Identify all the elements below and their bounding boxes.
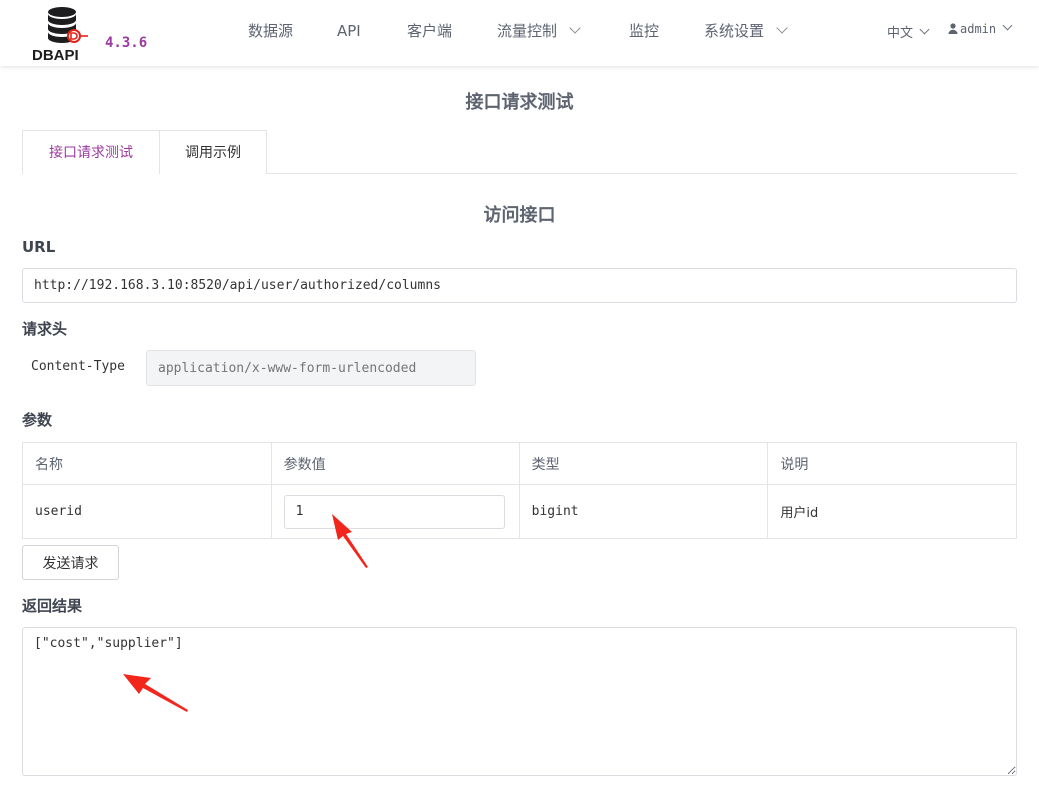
chevron-down-icon: [1002, 20, 1013, 31]
param-type: bigint: [518, 484, 769, 539]
tab-request-test[interactable]: 接口请求测试: [22, 130, 160, 174]
param-value-cell: [270, 484, 520, 539]
annotation-arrow-icon: [123, 674, 188, 712]
column-header-type: 类型: [518, 442, 769, 485]
table-row: userid bigint 用户id: [22, 484, 1017, 539]
nav-item-system-settings[interactable]: 系统设置: [704, 20, 788, 42]
user-icon: [948, 23, 958, 34]
nav-label: 系统设置: [704, 22, 765, 40]
header-key: Content-Type: [31, 359, 125, 374]
user-menu[interactable]: admin: [948, 20, 1013, 37]
page-title: 接口请求测试: [465, 92, 574, 113]
section-title: 访问接口: [483, 205, 556, 226]
nav-item-api[interactable]: API: [337, 20, 361, 42]
nav-label: API: [337, 22, 361, 40]
nav-item-datasource[interactable]: 数据源: [248, 20, 293, 42]
headers-label: 请求头: [22, 320, 68, 338]
url-input[interactable]: [22, 268, 1017, 303]
nav-label: 数据源: [248, 22, 294, 40]
param-desc: 用户id: [767, 484, 1017, 539]
chevron-down-icon: [919, 24, 930, 35]
param-value-input[interactable]: [283, 494, 505, 529]
params-label: 参数: [22, 411, 53, 429]
logo-text: DBAPI: [32, 47, 79, 62]
dbapi-logo[interactable]: DBAPI: [30, 4, 100, 62]
content-type-input[interactable]: [146, 350, 476, 386]
language-selector[interactable]: 中文: [887, 22, 930, 41]
language-label: 中文: [887, 26, 914, 41]
username-label: admin: [960, 22, 997, 36]
chevron-down-icon: [776, 22, 788, 34]
nav-label: 客户端: [407, 22, 453, 40]
column-header-value: 参数值: [270, 442, 520, 485]
nav-item-monitor[interactable]: 监控: [629, 20, 659, 42]
version-label: 4.3.6: [105, 35, 148, 51]
nav-item-client[interactable]: 客户端: [407, 20, 452, 42]
tab-bar: 接口请求测试 调用示例: [22, 130, 1017, 174]
column-header-name: 名称: [22, 442, 272, 485]
result-label: 返回结果: [22, 597, 83, 615]
params-table: 名称 参数值 类型 说明 userid bigint 用户id: [22, 442, 1017, 539]
chevron-down-icon: [569, 22, 581, 34]
table-header-row: 名称 参数值 类型 说明: [22, 442, 1017, 485]
nav-label: 监控: [629, 22, 660, 40]
top-navbar: DBAPI 4.3.6 数据源 API 客户端 流量控制 监控 系统设置 中文 …: [0, 0, 1039, 66]
nav-label: 流量控制: [497, 22, 558, 40]
annotation-arrow-icon: [332, 514, 368, 568]
param-name: userid: [22, 484, 272, 539]
nav-item-traffic-control[interactable]: 流量控制: [497, 20, 581, 42]
tab-call-example[interactable]: 调用示例: [159, 130, 267, 174]
send-request-button[interactable]: 发送请求: [22, 545, 119, 580]
column-header-desc: 说明: [767, 442, 1017, 485]
url-label: URL: [22, 238, 56, 256]
